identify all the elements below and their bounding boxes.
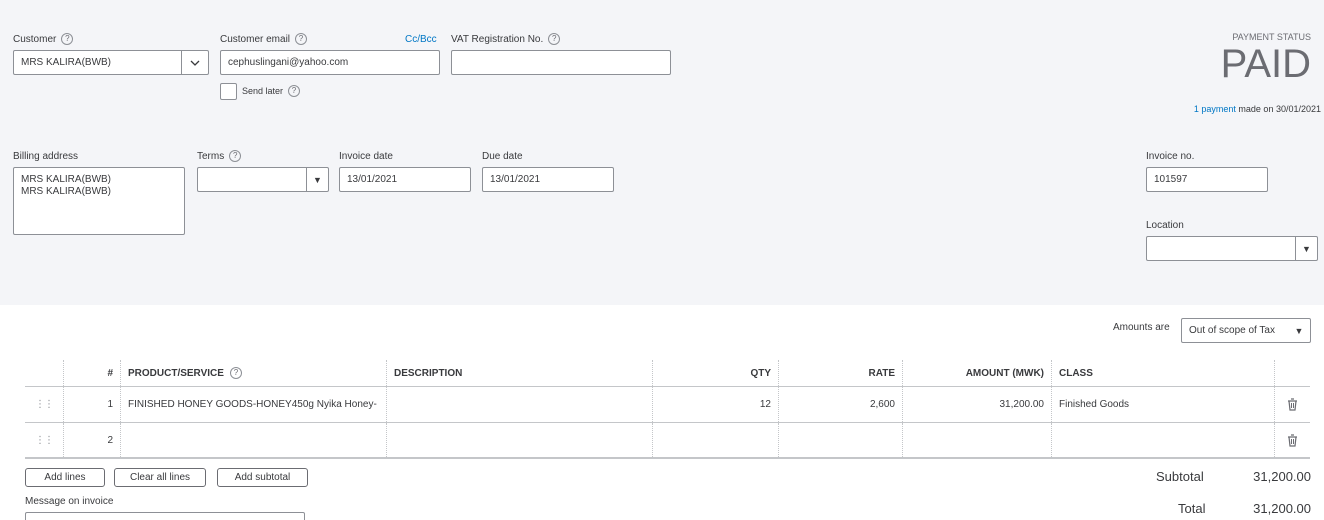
customer-email-label: Customer email? bbox=[220, 33, 308, 45]
due-date-label: Due date bbox=[482, 151, 523, 162]
invoice-no-input[interactable]: 101597 bbox=[1146, 167, 1268, 192]
amounts-are-select[interactable]: Out of scope of Tax ▼ bbox=[1181, 318, 1311, 343]
add-subtotal-button[interactable]: Add subtotal bbox=[217, 468, 308, 487]
row-class[interactable] bbox=[1052, 423, 1275, 457]
clear-all-lines-button[interactable]: Clear all lines bbox=[114, 468, 206, 487]
customer-label: Customer? bbox=[13, 33, 74, 45]
message-on-invoice-input[interactable] bbox=[25, 512, 305, 520]
caret-down-icon[interactable]: ▼ bbox=[306, 168, 328, 191]
row-description[interactable] bbox=[387, 387, 653, 422]
vat-label: VAT Registration No.? bbox=[451, 33, 561, 45]
drag-handle-icon[interactable]: ⋮⋮ bbox=[25, 387, 64, 422]
help-icon[interactable]: ? bbox=[229, 367, 242, 379]
caret-down-icon[interactable]: ▼ bbox=[1295, 237, 1317, 260]
invoice-date-label: Invoice date bbox=[339, 151, 393, 162]
send-later-label: Send later? bbox=[242, 85, 301, 97]
location-select[interactable]: ▼ bbox=[1146, 236, 1318, 261]
row-rate[interactable] bbox=[779, 423, 903, 457]
header-product: PRODUCT/SERVICE? bbox=[121, 360, 387, 386]
row-qty[interactable]: 12 bbox=[653, 387, 779, 422]
billing-address-input[interactable]: MRS KALIRA(BWB) MRS KALIRA(BWB) bbox=[13, 167, 185, 235]
table-row[interactable]: ⋮⋮ 2 bbox=[25, 423, 1310, 459]
cc-bcc-link[interactable]: Cc/Bcc bbox=[405, 34, 437, 45]
customer-select[interactable]: MRS KALIRA(BWB) bbox=[13, 50, 209, 75]
help-icon[interactable]: ? bbox=[548, 33, 561, 45]
trash-icon[interactable] bbox=[1275, 423, 1310, 457]
row-qty[interactable] bbox=[653, 423, 779, 457]
row-class[interactable]: Finished Goods bbox=[1052, 387, 1275, 422]
customer-email-input[interactable]: cephuslingani@yahoo.com bbox=[220, 50, 440, 75]
total-value: 31,200.00 bbox=[1253, 501, 1311, 516]
header-amount: AMOUNT (MWK) bbox=[903, 360, 1052, 386]
help-icon[interactable]: ? bbox=[288, 85, 301, 97]
invoice-no-label: Invoice no. bbox=[1146, 151, 1195, 162]
header-rate: RATE bbox=[779, 360, 903, 386]
add-lines-button[interactable]: Add lines bbox=[25, 468, 105, 487]
row-rate[interactable]: 2,600 bbox=[779, 387, 903, 422]
drag-column-header bbox=[25, 360, 64, 386]
row-product[interactable] bbox=[121, 423, 387, 457]
payment-info: 1 payment made on 30/01/2021 bbox=[1193, 104, 1321, 114]
row-amount[interactable]: 31,200.00 bbox=[903, 387, 1052, 422]
terms-label: Terms? bbox=[197, 150, 242, 162]
send-later-checkbox[interactable] bbox=[220, 83, 237, 100]
help-icon[interactable]: ? bbox=[229, 150, 242, 162]
message-on-invoice-label: Message on invoice bbox=[25, 496, 114, 507]
row-product[interactable]: FINISHED HONEY GOODS-HONEY450g Nyika Hon… bbox=[121, 387, 387, 422]
row-amount[interactable] bbox=[903, 423, 1052, 457]
header-description: DESCRIPTION bbox=[387, 360, 653, 386]
billing-address-label: Billing address bbox=[13, 151, 79, 162]
vat-input[interactable] bbox=[451, 50, 671, 75]
header-num: # bbox=[64, 360, 121, 386]
header-class: CLASS bbox=[1052, 360, 1275, 386]
caret-down-icon[interactable]: ▼ bbox=[1288, 326, 1310, 336]
amounts-are-label: Amounts are bbox=[1113, 322, 1170, 333]
header-qty: QTY bbox=[653, 360, 779, 386]
payment-link[interactable]: 1 payment bbox=[1194, 104, 1236, 114]
invoice-date-input[interactable]: 13/01/2021 bbox=[339, 167, 471, 192]
table-row[interactable]: ⋮⋮ 1 FINISHED HONEY GOODS-HONEY450g Nyik… bbox=[25, 387, 1310, 423]
row-num: 1 bbox=[64, 387, 121, 422]
payment-status-label: PAYMENT STATUS bbox=[1232, 32, 1311, 42]
help-icon[interactable]: ? bbox=[295, 33, 308, 45]
row-num: 2 bbox=[64, 423, 121, 457]
due-date-input[interactable]: 13/01/2021 bbox=[482, 167, 614, 192]
terms-select[interactable]: ▼ bbox=[197, 167, 329, 192]
subtotal-label: Subtotal bbox=[1156, 469, 1204, 484]
subtotal-value: 31,200.00 bbox=[1253, 469, 1311, 484]
total-label: Total bbox=[1178, 501, 1206, 516]
delete-column-header bbox=[1275, 360, 1310, 386]
location-label: Location bbox=[1146, 220, 1184, 231]
help-icon[interactable]: ? bbox=[61, 33, 74, 45]
row-description[interactable] bbox=[387, 423, 653, 457]
chevron-down-icon[interactable] bbox=[181, 51, 208, 74]
drag-handle-icon[interactable]: ⋮⋮ bbox=[25, 423, 64, 457]
table-header-row: # PRODUCT/SERVICE? DESCRIPTION QTY RATE … bbox=[25, 360, 1310, 387]
trash-icon[interactable] bbox=[1275, 387, 1310, 422]
payment-status-value: PAID bbox=[1220, 42, 1311, 86]
